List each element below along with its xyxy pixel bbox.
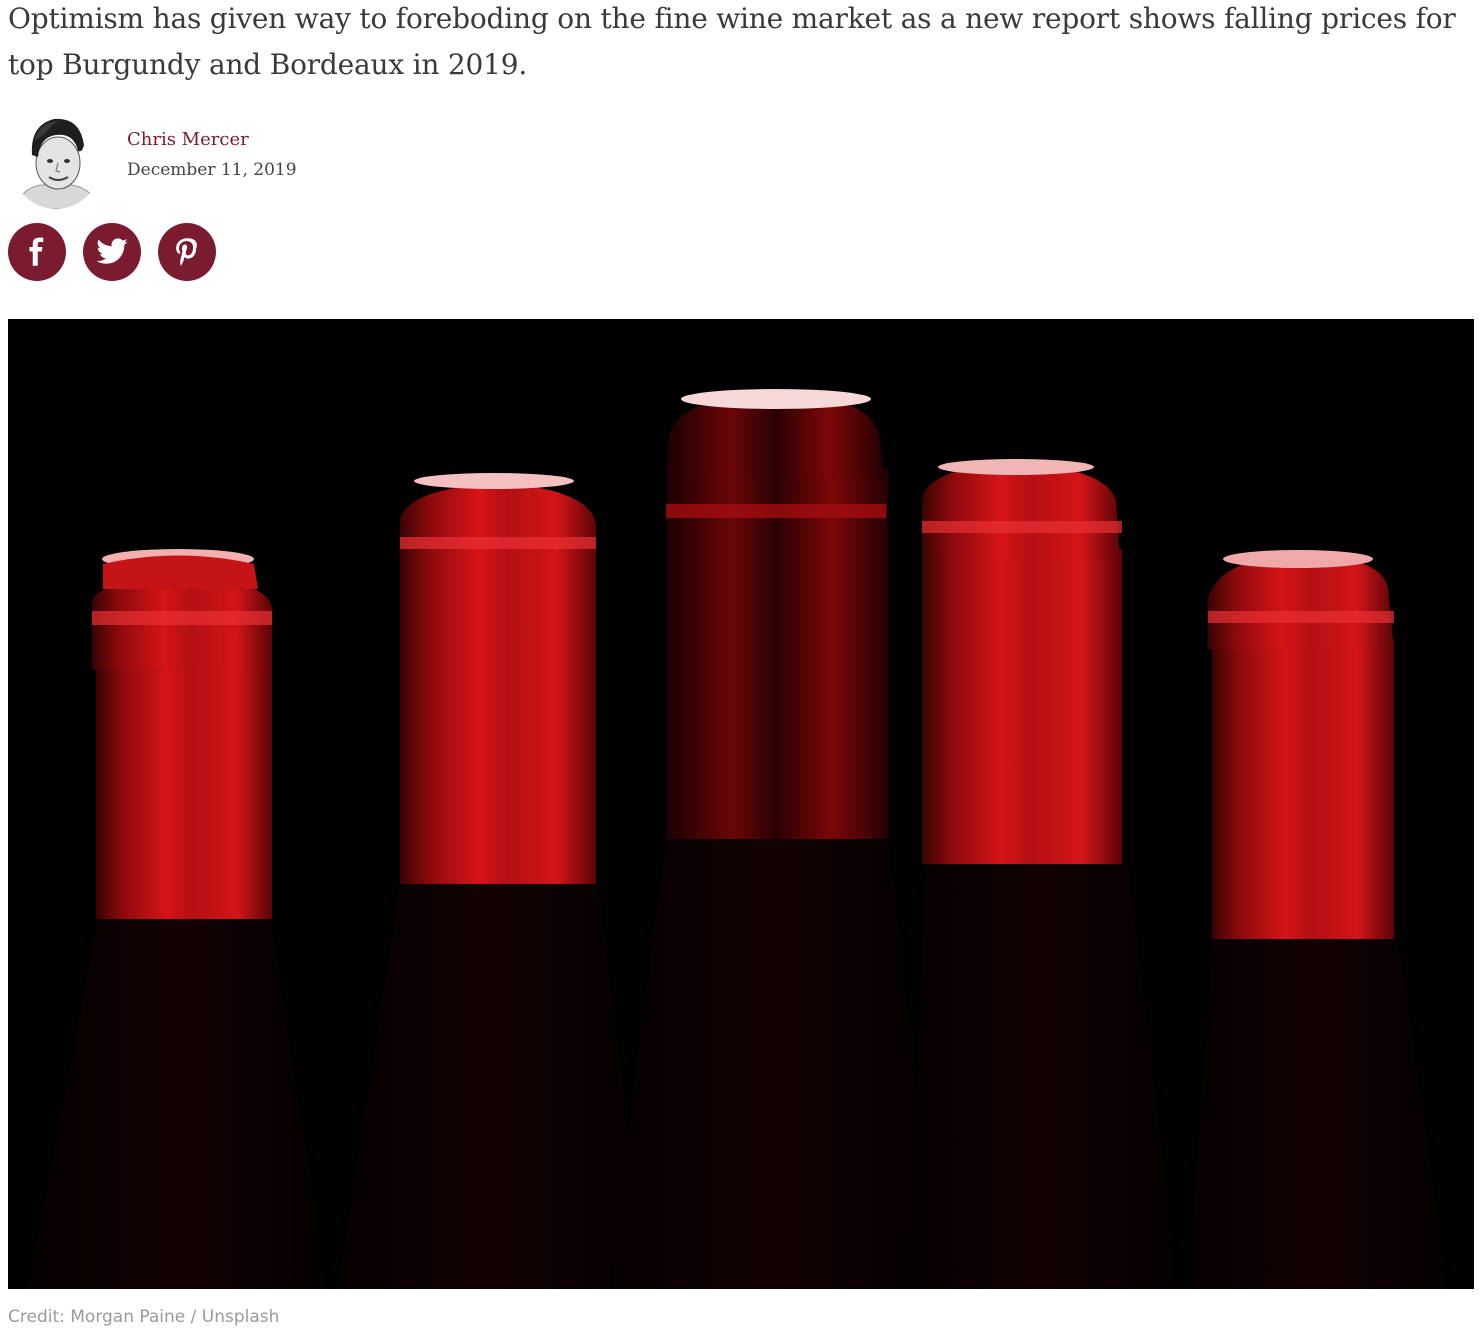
- pinterest-icon: [176, 238, 197, 266]
- facebook-icon: [29, 237, 44, 266]
- publish-date: December 11, 2019: [127, 160, 297, 180]
- author-avatar[interactable]: [10, 111, 102, 209]
- author-byline: Chris Mercer December 11, 2019: [10, 110, 297, 210]
- image-credit: Credit: Morgan Paine / Unsplash: [8, 1307, 280, 1327]
- article-standfirst: Optimism has given way to foreboding on …: [8, 2, 1456, 81]
- author-name-link[interactable]: Chris Mercer: [127, 126, 297, 154]
- share-buttons: [8, 223, 216, 281]
- author-meta: Chris Mercer December 11, 2019: [127, 126, 297, 186]
- hero-image: [8, 319, 1474, 1289]
- twitter-share-button[interactable]: [83, 223, 141, 281]
- pinterest-share-button[interactable]: [158, 223, 216, 281]
- facebook-share-button[interactable]: [8, 223, 66, 281]
- twitter-icon: [96, 238, 128, 264]
